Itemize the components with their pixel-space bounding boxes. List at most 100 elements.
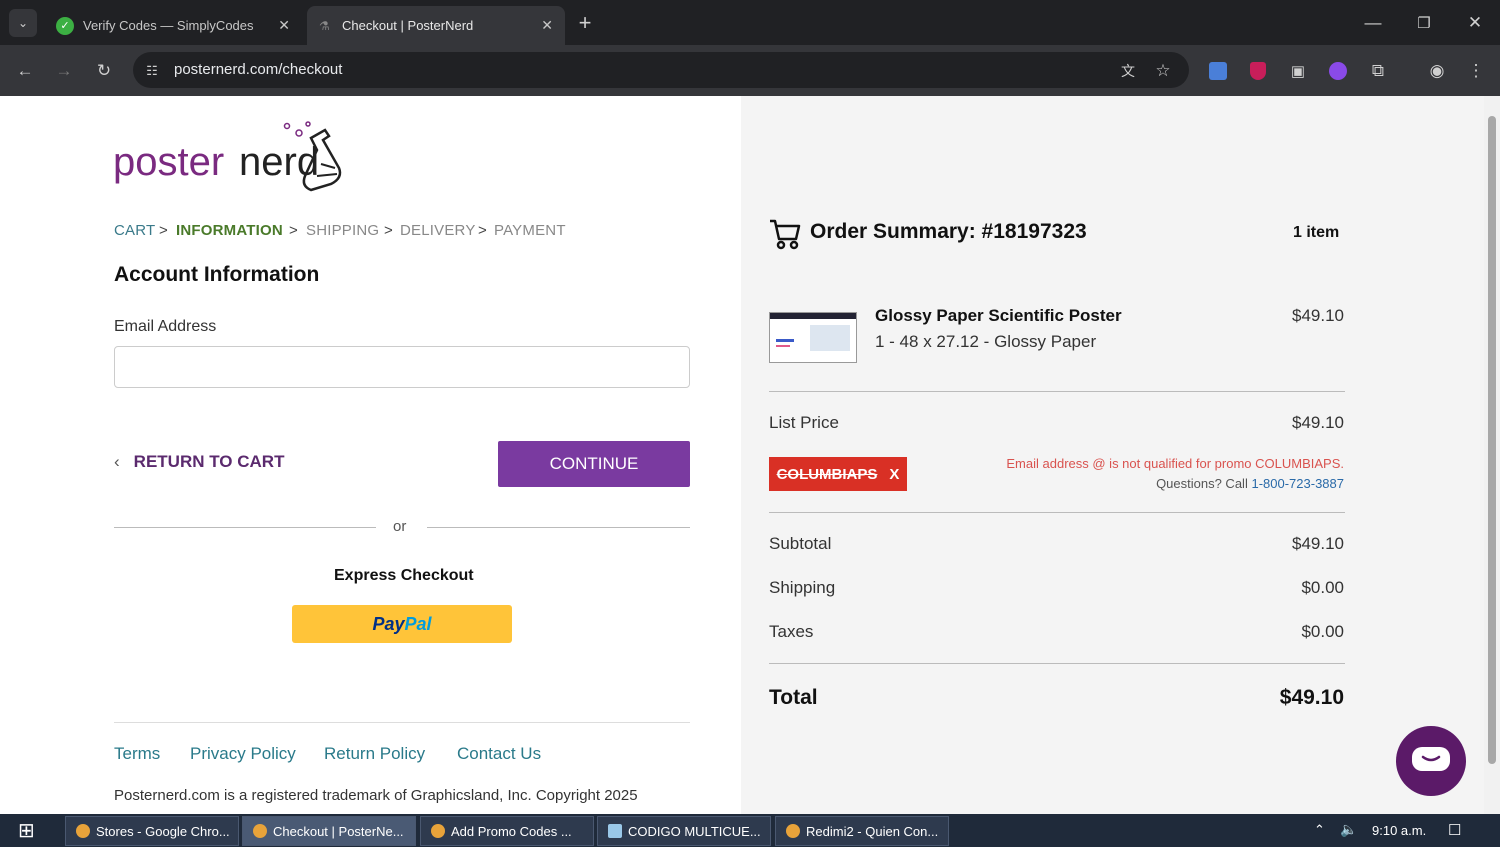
close-tab-icon[interactable]: ✕ (541, 17, 553, 34)
reader-ext-icon[interactable]: ▣ (1285, 58, 1311, 84)
subtotal-value: $49.10 (1292, 534, 1344, 553)
tab-posternerd[interactable]: ⚗ Checkout | PosterNerd ✕ (307, 6, 565, 45)
close-tab-icon[interactable]: ✕ (278, 17, 290, 34)
paypal-logo-pal: Pal (404, 613, 432, 634)
paypal-logo-pay: Pay (372, 613, 405, 634)
minimize-button[interactable]: — (1360, 10, 1386, 36)
continue-button[interactable]: CONTINUE (498, 441, 690, 487)
return-to-cart-link[interactable]: ‹ RETURN TO CART (114, 452, 284, 472)
shipping-label: Shipping (769, 578, 836, 597)
express-checkout-heading: Express Checkout (334, 567, 474, 584)
taskbar-item[interactable]: CODIGO MULTICUE... (597, 816, 771, 846)
footer-link-contact[interactable]: Contact Us (457, 744, 541, 764)
questions-label: Questions? Call (1156, 476, 1248, 491)
chrome-icon (76, 824, 90, 838)
reload-button[interactable]: ↻ (91, 58, 117, 84)
breadcrumb-separator: > (478, 222, 487, 239)
list-price-value: $49.10 (1292, 413, 1344, 432)
back-button[interactable]: ← (12, 58, 38, 84)
subtotal-label: Subtotal (769, 534, 832, 553)
promo-code-text: COLUMBIAPS (776, 465, 878, 483)
breadcrumb-separator: > (159, 222, 168, 239)
divider (769, 391, 1345, 392)
item-count: 1 item (1293, 224, 1340, 241)
volume-icon[interactable]: 🔈 (1340, 821, 1357, 838)
taskbar-item[interactable]: Stores - Google Chro... (65, 816, 239, 846)
taskbar-item-label: Redimi2 - Quien Con... (806, 823, 939, 839)
chat-widget-button[interactable] (1396, 726, 1466, 796)
taskbar-item-label: Stores - Google Chro... (96, 823, 230, 839)
restore-button[interactable]: ❐ (1411, 10, 1437, 36)
cart-icon (770, 219, 801, 250)
breadcrumb-cart[interactable]: CART (114, 222, 155, 239)
google-translate-ext-icon[interactable] (1209, 62, 1227, 80)
divider (769, 663, 1345, 664)
product-price: $49.10 (1292, 306, 1344, 325)
tab-title: Checkout | PosterNerd (342, 18, 474, 33)
promo-questions: Questions? Call 1-800-723-3887 (1156, 476, 1344, 491)
breadcrumb-separator: > (384, 222, 393, 239)
chrome-icon (786, 824, 800, 838)
taskbar-item-label: Checkout | PosterNe... (273, 823, 404, 839)
breadcrumb-delivery: DELIVERY (400, 222, 476, 239)
shipping-value: $0.00 (1301, 578, 1344, 597)
show-hidden-icons-icon[interactable]: ⌃ (1314, 822, 1325, 838)
start-menu-icon[interactable]: ⊞ (18, 821, 35, 841)
menu-kebab-icon[interactable]: ⋮ (1463, 58, 1489, 84)
simplycodes-ext-icon[interactable] (1329, 62, 1347, 80)
footer-link-return[interactable]: Return Policy (324, 744, 425, 764)
chevron-left-icon: ‹ (114, 452, 120, 471)
account-information-heading: Account Information (114, 263, 320, 286)
chrome-icon (431, 824, 445, 838)
profile-icon[interactable]: ◉ (1424, 58, 1450, 84)
flask-logo-icon (283, 121, 342, 192)
footer-link-privacy[interactable]: Privacy Policy (190, 744, 296, 764)
email-input[interactable] (114, 346, 690, 388)
email-label: Email Address (114, 318, 217, 335)
promo-code-tag: COLUMBIAPS X (769, 457, 907, 491)
divider (114, 527, 376, 528)
taskbar-item[interactable]: Redimi2 - Quien Con... (775, 816, 949, 846)
taskbar-item[interactable]: Add Promo Codes ... (420, 816, 594, 846)
divider (769, 512, 1345, 513)
close-window-button[interactable]: ✕ (1462, 10, 1488, 36)
ublock-ext-icon[interactable] (1250, 62, 1266, 80)
notepad-icon (608, 824, 622, 838)
remove-promo-button[interactable]: X (889, 466, 899, 483)
extensions-puzzle-icon[interactable]: ⧉ (1365, 58, 1391, 84)
paypal-button[interactable]: Pay Pal (292, 605, 512, 643)
logo-text-poster: poster (113, 140, 225, 184)
breadcrumb-information: INFORMATION (176, 222, 283, 239)
taskbar-item-active[interactable]: Checkout | PosterNe... (242, 816, 416, 846)
posternerd-favicon-icon: ⚗ (319, 18, 330, 33)
total-label: Total (769, 686, 818, 709)
or-separator: or (393, 518, 407, 535)
system-clock[interactable]: 9:10 a.m. (1372, 823, 1426, 838)
footer-divider (114, 722, 690, 723)
chrome-icon (253, 824, 267, 838)
return-to-cart-label: RETURN TO CART (133, 452, 285, 471)
footer-link-terms[interactable]: Terms (114, 744, 160, 764)
product-description: 1 - 48 x 27.12 - Glossy Paper (875, 332, 1097, 351)
url-text[interactable]: posternerd.com/checkout (174, 61, 342, 78)
tab-search-button[interactable]: ⌄ (9, 9, 37, 37)
new-tab-button[interactable]: + (572, 10, 598, 36)
taskbar-item-label: CODIGO MULTICUE... (628, 823, 761, 839)
total-value: $49.10 (1279, 686, 1344, 709)
site-settings-icon[interactable]: ☷ (139, 58, 165, 84)
bookmark-star-icon[interactable]: ☆ (1150, 58, 1176, 84)
list-price-label: List Price (769, 413, 839, 432)
breadcrumb-payment: PAYMENT (494, 222, 566, 239)
notifications-icon[interactable]: ☐ (1448, 821, 1461, 839)
tab-title: Verify Codes — SimplyCodes (83, 18, 254, 33)
product-thumbnail (769, 312, 857, 363)
forward-button[interactable]: → (51, 58, 77, 84)
tab-simplycodes[interactable]: ✓ Verify Codes — SimplyCodes ✕ (44, 6, 302, 45)
phone-link[interactable]: 1-800-723-3887 (1251, 476, 1344, 491)
translate-icon[interactable]: 文 (1115, 58, 1141, 84)
taxes-value: $0.00 (1301, 622, 1344, 641)
trademark-text: Posternerd.com is a registered trademark… (114, 787, 638, 804)
scrollbar-thumb[interactable] (1488, 116, 1496, 764)
posternerd-logo[interactable]: poster nerd (113, 120, 363, 192)
taskbar-item-label: Add Promo Codes ... (451, 823, 572, 839)
